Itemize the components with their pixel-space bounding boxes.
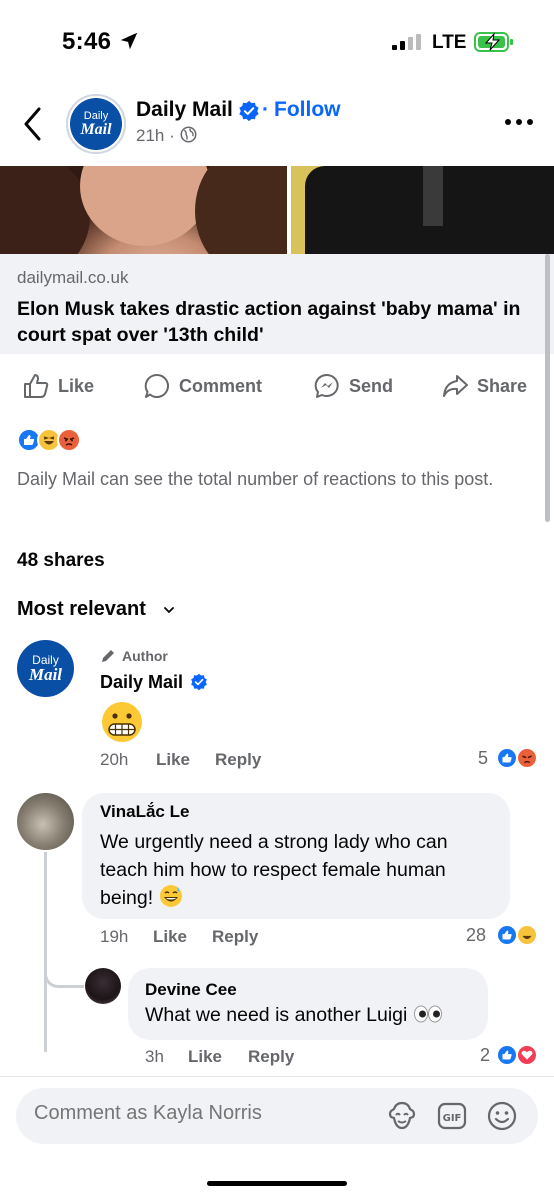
comment-button[interactable]: Comment: [143, 366, 262, 406]
comment-reply-button[interactable]: Reply: [215, 750, 261, 770]
status-bar: 5:46 LTE: [0, 0, 554, 80]
pencil-icon: [102, 650, 114, 662]
love-reaction-icon: [516, 1044, 538, 1066]
angry-reaction-icon: [57, 428, 81, 452]
comment-sort-dropdown[interactable]: Most relevant: [17, 598, 146, 621]
cellular-signal-icon: [392, 34, 421, 50]
reaction-summary[interactable]: [17, 428, 97, 454]
grimacing-face-emoji: [102, 702, 142, 742]
share-arrow-icon: [443, 375, 468, 397]
like-button[interactable]: Like: [22, 366, 94, 406]
comment-like-button[interactable]: Like: [156, 750, 190, 770]
composer-divider: [0, 1076, 554, 1077]
eyes-emoji: [413, 1005, 442, 1023]
commenter-avatar[interactable]: [85, 968, 121, 1004]
send-button[interactable]: Send: [313, 366, 393, 406]
status-time: 5:46: [62, 28, 112, 55]
share-button[interactable]: Share: [441, 366, 527, 406]
page-name[interactable]: Daily Mail: [136, 98, 233, 122]
speech-bubble-icon: [144, 373, 169, 398]
comment-text: We urgently need a strong lady who can t…: [100, 828, 500, 912]
avatar-sticker-icon[interactable]: [386, 1100, 418, 1132]
messenger-icon: [314, 373, 339, 398]
like-reaction-icon: [496, 924, 518, 946]
comment-reaction-count[interactable]: 28: [466, 925, 486, 946]
author-badge: Author: [100, 648, 168, 664]
send-label: Send: [349, 375, 394, 396]
battery-charging-icon: [474, 32, 513, 52]
home-indicator[interactable]: [207, 1181, 347, 1186]
avatar-text-bottom: Mail: [80, 120, 112, 138]
post-action-bar: Like Comment Send Share: [0, 366, 554, 406]
gif-icon[interactable]: GIF: [436, 1100, 468, 1132]
like-label: Like: [58, 375, 95, 396]
comment-time: 19h: [100, 927, 129, 946]
verified-badge-icon: [239, 100, 259, 122]
location-arrow-icon: [120, 32, 138, 50]
thumbs-up-icon: [24, 374, 49, 398]
share-label: Share: [477, 375, 528, 396]
comment-text-body: What we need is another Luigi: [145, 1004, 408, 1026]
like-reaction-icon: [496, 1044, 518, 1066]
comment-input[interactable]: [34, 1102, 354, 1125]
like-reaction-icon: [496, 747, 518, 769]
svg-text:GIF: GIF: [443, 1113, 462, 1124]
angry-reaction-icon: [516, 747, 538, 769]
comment-label: Comment: [179, 375, 263, 396]
post-photo-left[interactable]: [0, 166, 287, 254]
follow-button[interactable]: Follow: [274, 98, 341, 122]
comment-reaction-count[interactable]: 5: [478, 748, 488, 769]
author-avatar[interactable]: Daily Mail: [17, 640, 74, 697]
commenter-avatar[interactable]: [17, 793, 74, 850]
comment-text: What we need is another Luigi: [145, 1004, 443, 1027]
post-photo-right[interactable]: [291, 166, 554, 254]
haha-reaction-icon: [516, 924, 538, 946]
sweat-smile-emoji: [159, 885, 182, 907]
comment-text-body: We urgently need a strong lady who can t…: [100, 831, 448, 909]
comment-time: 20h: [100, 750, 129, 769]
comment-reaction-count[interactable]: 2: [480, 1045, 490, 1066]
globe-icon: [180, 126, 197, 143]
author-badge-label: Author: [122, 648, 168, 664]
page-avatar[interactable]: Daily Mail: [66, 94, 126, 154]
comment-author-name[interactable]: Devine Cee: [145, 980, 237, 1000]
post-timestamp: 21h ·: [136, 126, 175, 145]
comment-like-button[interactable]: Like: [153, 927, 187, 947]
reaction-privacy-note: Daily Mail can see the total number of r…: [17, 469, 494, 489]
link-domain: dailymail.co.uk: [17, 268, 129, 287]
reply-thread-connector: [44, 948, 84, 988]
chevron-left-icon[interactable]: [22, 106, 44, 142]
comment-reply-button[interactable]: Reply: [248, 1047, 294, 1067]
verified-badge-icon: [191, 673, 207, 691]
comment-reply-button[interactable]: Reply: [212, 927, 258, 947]
post-header: Daily Mail Daily Mail · Follow 21h ·: [0, 84, 554, 166]
smiley-icon[interactable]: [486, 1100, 518, 1132]
link-title: Elon Musk takes drastic action against '…: [17, 298, 521, 346]
network-type: LTE: [432, 32, 467, 53]
comment-author-name[interactable]: Daily Mail: [100, 672, 183, 693]
comment-like-button[interactable]: Like: [188, 1047, 222, 1067]
comment-author-name[interactable]: VinaLắc Le: [100, 802, 189, 822]
link-preview-card[interactable]: dailymail.co.uk Elon Musk takes drastic …: [0, 254, 554, 354]
author-avatar-text-bottom: Mail: [28, 665, 63, 684]
avatar-text-top: Daily: [83, 109, 109, 122]
separator-dot: ·: [262, 98, 269, 121]
comment-composer: GIF: [16, 1088, 538, 1144]
share-count[interactable]: 48 shares: [17, 550, 105, 572]
comment-time: 3h: [145, 1047, 164, 1066]
chevron-down-icon[interactable]: [164, 606, 174, 614]
more-horizontal-icon[interactable]: [504, 118, 534, 126]
